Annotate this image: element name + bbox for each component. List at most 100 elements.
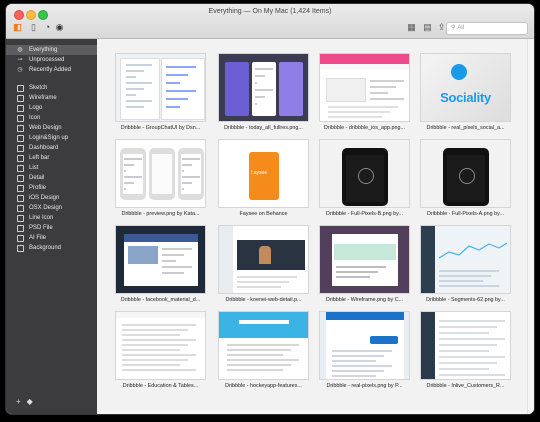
- sidebar-item-label: Profile: [29, 185, 47, 191]
- item-thumbnail[interactable]: Sociality: [420, 53, 511, 122]
- sidebar-item-psd-file[interactable]: PSD File: [6, 223, 97, 233]
- item-thumbnail[interactable]: [115, 139, 206, 208]
- sidebar-item-wireframe[interactable]: Wireframe: [6, 93, 97, 103]
- item-caption: Dribbble - Full-Pixels-A.png by...: [427, 211, 504, 217]
- sidebar-item-background[interactable]: Background: [6, 243, 97, 253]
- tag-icon: [17, 185, 24, 192]
- sidebar-item-unprocessed[interactable]: ⊸ Unprocessed: [6, 55, 97, 65]
- sidebar-item-logo[interactable]: Logo: [6, 103, 97, 113]
- sidebar-item-label: AI File: [29, 235, 47, 241]
- search-placeholder: All: [457, 25, 465, 31]
- link-icon: ⊸: [17, 57, 23, 63]
- trash-icon[interactable]: ▦: [406, 22, 417, 32]
- item-caption: Dribbble - koenei-web-detail.p...: [225, 297, 302, 303]
- sidebar-item-login-sign-up[interactable]: Login&Sign up: [6, 133, 97, 143]
- sidebar-item-ios-design[interactable]: iOS Design: [6, 193, 97, 203]
- sidebar-item-label: Login&Sign up: [29, 135, 69, 141]
- tag-icon: [17, 195, 24, 202]
- circle-icon: ◍: [17, 47, 23, 53]
- sidebar-item-label: Recently Added: [29, 67, 72, 73]
- tag-icon: [17, 165, 24, 172]
- sidebar-item-label: Left bar: [29, 155, 50, 161]
- sidebar-item-label: Dashboard: [29, 145, 59, 151]
- item-thumbnail[interactable]: [319, 225, 410, 294]
- item-thumbnail[interactable]: [420, 311, 511, 380]
- tag-button[interactable]: ◆: [27, 397, 33, 406]
- sidebar-item-line-icon[interactable]: Line Icon: [6, 213, 97, 223]
- sidebar-item-label: Icon: [29, 115, 41, 121]
- sidebar-item-label: Everything: [29, 47, 58, 53]
- search-field[interactable]: ⚲ All: [446, 22, 528, 35]
- sidebar-item-label: Sketch: [29, 85, 48, 91]
- item-caption: Dribbble - Wireframe.png by C...: [325, 297, 404, 303]
- sidebar-item-label: Logo: [29, 105, 43, 111]
- item-caption: Faysee on Behance: [239, 211, 288, 217]
- sidebar: ◍ Everything ⊸ Unprocessed ◷ Recently Added Sk…: [6, 39, 97, 414]
- sidebar-item-profile[interactable]: Profile: [6, 183, 97, 193]
- item-thumbnail[interactable]: [420, 139, 511, 208]
- tag-icon: [17, 225, 24, 232]
- printer-icon[interactable]: ▤: [422, 22, 433, 32]
- search-icon: ⚲: [451, 25, 456, 31]
- item-thumbnail[interactable]: [218, 311, 309, 380]
- faysee-logo: f.aysee: [251, 170, 268, 176]
- item-thumbnail[interactable]: [115, 53, 206, 122]
- items-grid: Dribbble - GroupChatUI by Dsn... Dribbble…: [97, 39, 534, 414]
- sidebar-item-label: Wireframe: [29, 95, 57, 101]
- item-thumbnail[interactable]: [319, 311, 410, 380]
- add-button[interactable]: +: [16, 397, 21, 406]
- item-caption: Dribbble - GroupChatUI by Dsn...: [120, 125, 201, 131]
- item-thumbnail[interactable]: [319, 139, 410, 208]
- tag-icon: [17, 85, 24, 92]
- sidebar-item-label: Unprocessed: [29, 57, 65, 63]
- tag-icon: [17, 235, 24, 242]
- sidebar-item-osx-design[interactable]: OSX Design: [6, 203, 97, 213]
- item-thumbnail[interactable]: f.aysee: [218, 139, 309, 208]
- tag-icon: [17, 145, 24, 152]
- item-thumbnail[interactable]: [420, 225, 511, 294]
- sidebar-item-recently-added[interactable]: ◷ Recently Added: [6, 65, 97, 75]
- rss-icon[interactable]: ◔: [42, 22, 53, 32]
- item-caption: Dribbble - hockeyapp-features...: [225, 383, 302, 389]
- item-caption: Dribbble - facebook_material_d...: [120, 297, 201, 303]
- tag-icon: [17, 115, 24, 122]
- sidebar-toggle-icon[interactable]: ▯: [28, 22, 39, 32]
- sidebar-item-label: iOS Design: [29, 195, 60, 201]
- sidebar-item-web-design[interactable]: Web Design: [6, 123, 97, 133]
- item-caption: Dribbble - real_pixels_social_a...: [426, 125, 505, 131]
- sociality-logo: Sociality: [440, 90, 491, 105]
- scrollbar[interactable]: [527, 39, 534, 414]
- item-caption: Dribbble - preview.png by Kata...: [121, 211, 200, 217]
- sidebar-item-left-bar[interactable]: Left bar: [6, 153, 97, 163]
- sidebar-item-ai-file[interactable]: AI File: [6, 233, 97, 243]
- tag-icon: [17, 125, 24, 132]
- sidebar-item-list[interactable]: List: [6, 163, 97, 173]
- item-caption: Dribbble - Full-Pixels-B.png by...: [326, 211, 403, 217]
- sidebar-item-sketch[interactable]: Sketch: [6, 83, 97, 93]
- sidebar-item-dashboard[interactable]: Dashboard: [6, 143, 97, 153]
- item-caption: Dribbble - today_all_fullres.png...: [224, 125, 303, 131]
- tag-icon: [17, 215, 24, 222]
- tag-icon: [17, 175, 24, 182]
- item-caption: Dribbble - Segments-62.png by...: [426, 297, 505, 303]
- tag-icon: [17, 135, 24, 142]
- tag-icon: [17, 245, 24, 252]
- item-thumbnail[interactable]: [218, 53, 309, 122]
- sidebar-item-label: List: [29, 165, 39, 171]
- sidebar-item-detail[interactable]: Detail: [6, 173, 97, 183]
- globe-icon[interactable]: ◉: [54, 22, 65, 32]
- item-thumbnail[interactable]: [218, 225, 309, 294]
- clock-icon: ◷: [17, 67, 23, 73]
- item-thumbnail[interactable]: [319, 53, 410, 122]
- sidebar-item-label: OSX Design: [29, 205, 63, 211]
- item-thumbnail[interactable]: [115, 311, 206, 380]
- window-title: Everything — On My Mac (1,424 Items): [208, 8, 332, 15]
- tag-icon: [17, 105, 24, 112]
- sidebar-footer: + ◆: [16, 397, 39, 406]
- library-icon[interactable]: ◧: [12, 22, 23, 32]
- sidebar-item-label: Web Design: [29, 125, 62, 131]
- item-thumbnail[interactable]: [115, 225, 206, 294]
- sidebar-item-icon[interactable]: Icon: [6, 113, 97, 123]
- sidebar-item-everything[interactable]: ◍ Everything: [6, 45, 97, 55]
- item-caption: Dribbble - real-pixels.png by P...: [326, 383, 403, 389]
